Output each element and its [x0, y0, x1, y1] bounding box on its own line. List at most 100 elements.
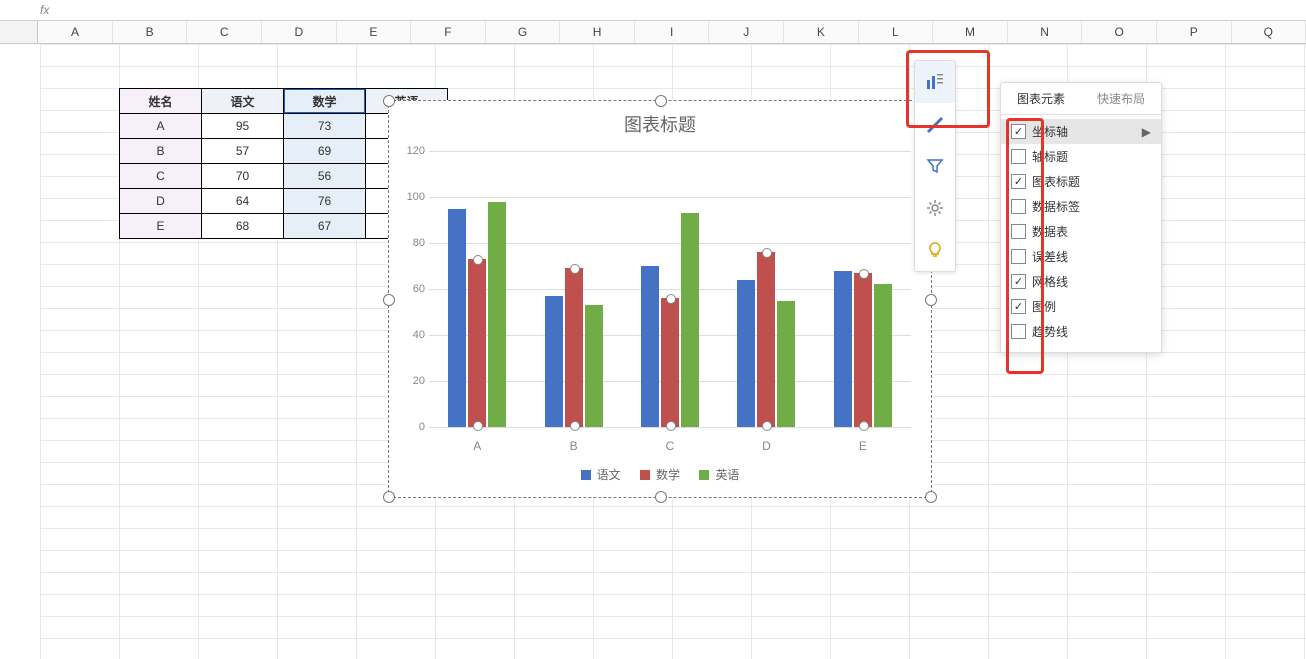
tab-chart-elements[interactable]: 图表元素	[1001, 83, 1081, 114]
tab-quick-layout[interactable]: 快速布局	[1081, 83, 1161, 114]
chart-frame[interactable]: 图表标题 020406080100120 ABCDE 语文 数学 英语	[388, 100, 932, 498]
column-header[interactable]: L	[859, 21, 934, 43]
chart-styles-button[interactable]	[915, 103, 955, 145]
resize-handle[interactable]	[655, 95, 667, 107]
resize-handle[interactable]	[383, 491, 395, 503]
cell[interactable]: 69	[284, 139, 366, 164]
bar[interactable]	[641, 266, 659, 427]
x-tick-label: D	[718, 439, 814, 453]
column-header[interactable]: C	[187, 21, 262, 43]
column-header[interactable]: M	[933, 21, 1008, 43]
cell[interactable]: 68	[202, 214, 284, 239]
bar[interactable]	[448, 209, 466, 428]
chart-elements-button[interactable]	[915, 61, 955, 103]
resize-handle[interactable]	[925, 491, 937, 503]
cell[interactable]: C	[120, 164, 202, 189]
column-header[interactable]: D	[262, 21, 337, 43]
column-header[interactable]: A	[38, 21, 113, 43]
bar[interactable]	[488, 202, 506, 427]
cell[interactable]: 95	[202, 114, 284, 139]
resize-handle[interactable]	[655, 491, 667, 503]
chart-element-option[interactable]: 趋势线	[1001, 319, 1161, 344]
bar[interactable]	[468, 259, 486, 427]
column-header[interactable]: J	[709, 21, 784, 43]
bar[interactable]	[545, 296, 563, 427]
checkbox-icon[interactable]: ✓	[1011, 274, 1026, 289]
column-header[interactable]: H	[560, 21, 635, 43]
chart-element-option[interactable]: ✓网格线	[1001, 269, 1161, 294]
checkbox-icon[interactable]	[1011, 249, 1026, 264]
column-header[interactable]: P	[1157, 21, 1232, 43]
option-label: 坐标轴	[1032, 123, 1068, 140]
y-tick-label: 80	[397, 237, 425, 249]
gear-icon	[925, 198, 945, 218]
chart-object[interactable]: 图表标题 020406080100120 ABCDE 语文 数学 英语	[380, 92, 940, 506]
bar[interactable]	[681, 213, 699, 427]
chart-element-option[interactable]: 数据表	[1001, 219, 1161, 244]
column-header[interactable]: I	[635, 21, 710, 43]
cell[interactable]: 70	[202, 164, 284, 189]
x-tick-label: E	[815, 439, 911, 453]
cell[interactable]: A	[120, 114, 202, 139]
bar[interactable]	[777, 301, 795, 428]
bar[interactable]	[565, 268, 583, 427]
chart-ideas-button[interactable]	[915, 229, 955, 271]
bar[interactable]	[834, 271, 852, 427]
bar-group[interactable]	[525, 151, 621, 427]
bar[interactable]	[757, 252, 775, 427]
chart-element-option[interactable]: ✓图例	[1001, 294, 1161, 319]
chart-plot-area[interactable]: 020406080100120	[429, 151, 911, 427]
resize-handle[interactable]	[383, 294, 395, 306]
checkbox-icon[interactable]: ✓	[1011, 299, 1026, 314]
checkbox-icon[interactable]: ✓	[1011, 174, 1026, 189]
bar[interactable]	[737, 280, 755, 427]
bar[interactable]	[874, 284, 892, 427]
cell[interactable]: 64	[202, 189, 284, 214]
cell[interactable]: E	[120, 214, 202, 239]
cell[interactable]: 56	[284, 164, 366, 189]
cell[interactable]: B	[120, 139, 202, 164]
cell[interactable]: 57	[202, 139, 284, 164]
chart-settings-button[interactable]	[915, 187, 955, 229]
bar-group[interactable]	[622, 151, 718, 427]
chart-element-option[interactable]: 轴标题	[1001, 144, 1161, 169]
legend-label: 语文	[597, 466, 621, 483]
cell[interactable]: 67	[284, 214, 366, 239]
cell[interactable]: 73	[284, 114, 366, 139]
chart-element-option[interactable]: ✓图表标题	[1001, 169, 1161, 194]
bar[interactable]	[854, 273, 872, 427]
bar-group[interactable]	[815, 151, 911, 427]
resize-handle[interactable]	[383, 95, 395, 107]
table-header-math[interactable]: 数学	[284, 89, 366, 114]
cell[interactable]: D	[120, 189, 202, 214]
cell[interactable]: 76	[284, 189, 366, 214]
chart-element-option[interactable]: ✓坐标轴▶	[1001, 119, 1161, 144]
column-header[interactable]: N	[1008, 21, 1083, 43]
chart-legend[interactable]: 语文 数学 英语	[389, 466, 931, 483]
table-header-chinese[interactable]: 语文	[202, 89, 284, 114]
column-header[interactable]: Q	[1232, 21, 1306, 43]
column-header[interactable]: G	[486, 21, 561, 43]
column-header[interactable]: E	[337, 21, 412, 43]
table-header-name[interactable]: 姓名	[120, 89, 202, 114]
bar-group[interactable]	[718, 151, 814, 427]
column-header[interactable]: F	[411, 21, 486, 43]
checkbox-icon[interactable]	[1011, 224, 1026, 239]
chart-element-option[interactable]: 误差线	[1001, 244, 1161, 269]
column-header[interactable]: K	[784, 21, 859, 43]
bar-group[interactable]	[429, 151, 525, 427]
bar[interactable]	[585, 305, 603, 427]
chart-element-option[interactable]: 数据标签	[1001, 194, 1161, 219]
checkbox-icon[interactable]	[1011, 199, 1026, 214]
checkbox-icon[interactable]	[1011, 324, 1026, 339]
fx-label: fx	[40, 3, 49, 17]
chart-filter-button[interactable]	[915, 145, 955, 187]
resize-handle[interactable]	[925, 294, 937, 306]
checkbox-icon[interactable]	[1011, 149, 1026, 164]
checkbox-icon[interactable]: ✓	[1011, 124, 1026, 139]
column-header[interactable]: O	[1082, 21, 1157, 43]
bar[interactable]	[661, 298, 679, 427]
select-all-corner[interactable]	[0, 21, 38, 43]
legend-swatch-icon	[699, 470, 709, 480]
column-header[interactable]: B	[113, 21, 188, 43]
